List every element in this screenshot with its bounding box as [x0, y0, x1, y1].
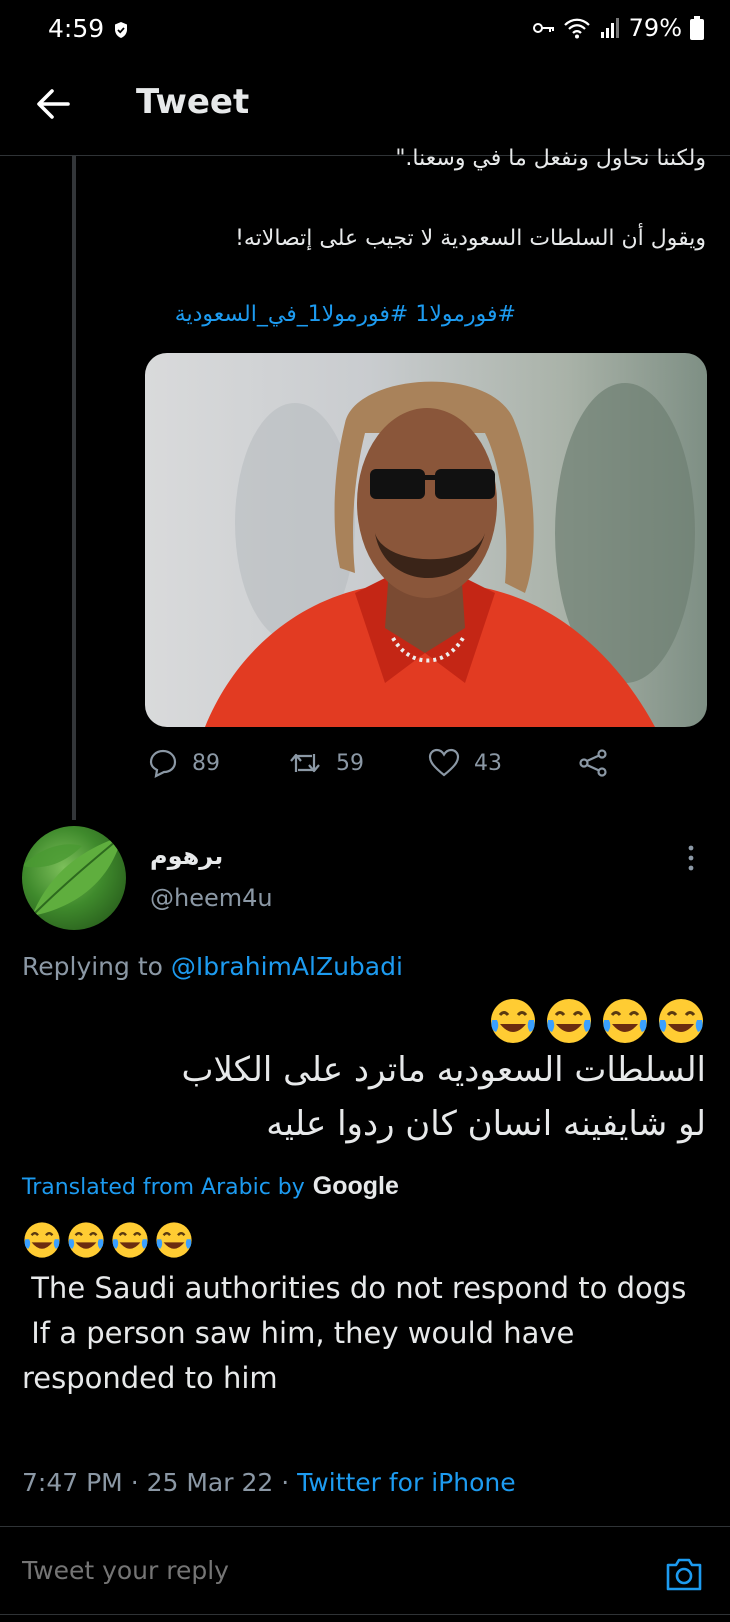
page-title: Tweet [136, 82, 250, 122]
emoji-row [22, 1220, 194, 1260]
top-bar: Tweet [0, 62, 730, 156]
source-link[interactable]: Twitter for iPhone [297, 1468, 515, 1497]
face-with-tears-of-joy-emoji [112, 1222, 148, 1258]
emoji-row [488, 996, 706, 1046]
tweet-time: 7:47 PM [22, 1468, 123, 1497]
display-name[interactable]: برهوم [150, 842, 223, 870]
like-action[interactable]: 43 [428, 748, 502, 778]
google-logo: Google [312, 1172, 399, 1200]
translated-text: The Saudi authorities do not respond to … [22, 1266, 702, 1401]
like-count: 43 [474, 750, 502, 776]
hashtag-link[interactable]: #فورمولا1 #فورمولا1_في_السعودية [116, 302, 516, 327]
face-with-tears-of-joy-emoji [24, 1222, 60, 1258]
more-button[interactable] [686, 844, 696, 872]
comment-icon [149, 749, 177, 778]
avatar[interactable] [22, 826, 126, 930]
replying-to: Replying to @IbrahimAlZubadi [22, 952, 403, 981]
signal-icon [599, 18, 621, 38]
face-with-tears-of-joy-emoji [156, 1222, 192, 1258]
replying-prefix: Replying to [22, 952, 163, 981]
face-with-tears-of-joy-emoji [659, 999, 703, 1043]
translation-attribution[interactable]: Translated from Arabic by Google [22, 1172, 399, 1201]
back-button[interactable] [34, 84, 74, 124]
retweet-count: 59 [336, 750, 364, 776]
wifi-icon [563, 17, 591, 39]
shield-icon [114, 21, 128, 43]
share-icon [579, 749, 607, 777]
reply-text: لو شايفينه انسان كان ردوا عليه [266, 1104, 706, 1144]
translation-line: The Saudi authorities do not respond to … [22, 1271, 687, 1305]
meta-separator: · [281, 1468, 298, 1497]
parent-tweet-text: ولكننا نحاول ونفعل ما في وسعنا." [395, 146, 706, 171]
camera-icon [666, 1558, 702, 1591]
divider [0, 1526, 730, 1527]
meta-separator: · [130, 1468, 147, 1497]
share-action[interactable] [578, 748, 608, 778]
battery-percent: 79% [628, 14, 682, 42]
heart-icon [428, 748, 460, 777]
key-icon [532, 21, 555, 35]
reply-count: 89 [192, 750, 220, 776]
photo-illustration [205, 381, 695, 727]
reply-text: السلطات السعوديه ماترد على الكلاب [181, 1050, 706, 1090]
status-bar: 4:59 79% [0, 0, 730, 62]
translation-line: If a person saw him, they would have res… [22, 1316, 584, 1395]
face-with-tears-of-joy-emoji [491, 999, 535, 1043]
camera-button[interactable] [664, 1556, 704, 1592]
tweet-meta: 7:47 PM · 25 Mar 22 · Twitter for iPhone [22, 1468, 516, 1497]
face-with-tears-of-joy-emoji [68, 1222, 104, 1258]
thread-line [72, 156, 76, 820]
status-time: 4:59 [48, 14, 105, 43]
reply-input[interactable] [22, 1556, 622, 1585]
more-vertical-icon [688, 845, 694, 871]
face-with-tears-of-joy-emoji [547, 999, 591, 1043]
retweet-action[interactable]: 59 [288, 748, 364, 778]
tweet-actions: 89 59 43 [148, 748, 668, 784]
translated-label: Translated from Arabic by [22, 1175, 305, 1200]
reply-action[interactable]: 89 [148, 748, 220, 778]
arrow-left-icon [37, 89, 70, 119]
divider [0, 1614, 730, 1615]
parent-tweet-text: ويقول أن السلطات السعودية لا تجيب على إت… [235, 226, 706, 251]
battery-icon [690, 16, 704, 40]
tweet-date: 25 Mar 22 [146, 1468, 274, 1497]
avatar-image [22, 835, 123, 917]
status-indicators: 79% [532, 14, 704, 42]
tweet-photo[interactable] [145, 353, 707, 727]
face-with-tears-of-joy-emoji [603, 999, 647, 1043]
retweet-icon [290, 753, 320, 773]
user-handle[interactable]: @heem4u [150, 884, 273, 912]
mention-link[interactable]: @IbrahimAlZubadi [171, 952, 403, 981]
